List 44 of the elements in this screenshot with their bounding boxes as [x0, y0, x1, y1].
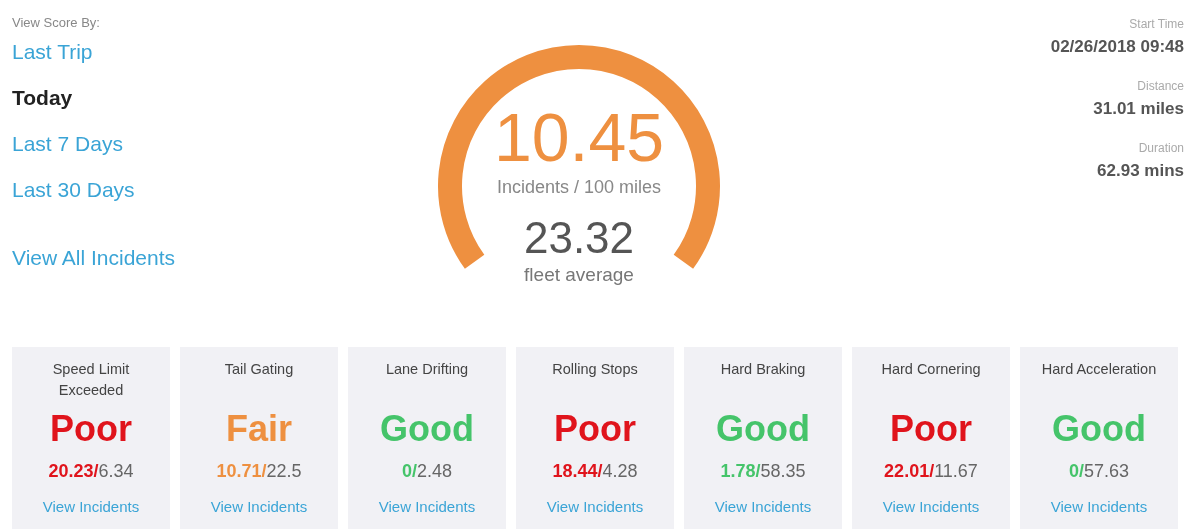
rating-text: Fair — [226, 411, 292, 447]
view-incidents-link[interactable]: View Incidents — [882, 498, 980, 515]
view-incidents-link[interactable]: View Incidents — [378, 498, 476, 515]
trip-label: Start Time — [1129, 17, 1184, 31]
view-incidents-link[interactable]: View Incidents — [1050, 498, 1148, 515]
score-text: 0/57.63 — [1068, 461, 1130, 482]
view-incidents-link[interactable]: View Incidents — [714, 498, 812, 515]
view-all-incidents-link[interactable]: View All Incidents — [12, 246, 176, 270]
rating-text: Good — [716, 411, 810, 447]
period-link[interactable]: Last Trip — [12, 40, 93, 64]
trip-value: 62.93 mins — [1097, 161, 1184, 181]
view-incidents-link[interactable]: View Incidents — [546, 498, 644, 515]
category-title: Hard Cornering — [880, 360, 982, 379]
fleet-average-label: fleet average — [524, 264, 634, 286]
fleet-average-value: 23.32 — [523, 216, 635, 260]
score-text: 1.78/58.35 — [720, 461, 806, 482]
score-text: 20.23/6.34 — [48, 461, 134, 482]
period-link[interactable]: Last 30 Days — [12, 178, 135, 202]
view-score-label: View Score By: — [12, 15, 100, 30]
trip-label: Distance — [1137, 79, 1184, 93]
rating-text: Poor — [890, 411, 972, 447]
score-unit: Incidents / 100 miles — [496, 177, 662, 198]
rating-text: Poor — [50, 411, 132, 447]
category-title: Lane Drifting — [384, 360, 470, 379]
trip-label: Duration — [1138, 141, 1184, 155]
category-title: Hard Braking — [719, 360, 807, 379]
view-incidents-link[interactable]: View Incidents — [42, 498, 140, 515]
score-text: 22.01/11.67 — [884, 461, 978, 482]
category-title: Rolling Stops — [551, 360, 639, 379]
trip-value: 02/26/2018 09:48 — [1050, 37, 1184, 57]
rating-text: Poor — [554, 411, 636, 447]
category-title: Tail Gating — [223, 360, 295, 379]
rating-text: Good — [1052, 411, 1146, 447]
view-incidents-link[interactable]: View Incidents — [210, 498, 308, 515]
score-value: 10.45 — [493, 103, 665, 171]
period-link[interactable]: Last 7 Days — [12, 132, 123, 156]
period-link[interactable]: Today — [12, 86, 73, 110]
category-title: Speed Limit Exceeded — [51, 360, 131, 400]
score-text: 10.71/22.5 — [216, 461, 302, 482]
trip-value: 31.01 miles — [1093, 99, 1184, 119]
category-title: Hard Acceleration — [1040, 360, 1158, 379]
rating-text: Good — [380, 411, 474, 447]
score-text: 0/2.48 — [401, 461, 453, 482]
score-text: 18.44/4.28 — [552, 461, 638, 482]
